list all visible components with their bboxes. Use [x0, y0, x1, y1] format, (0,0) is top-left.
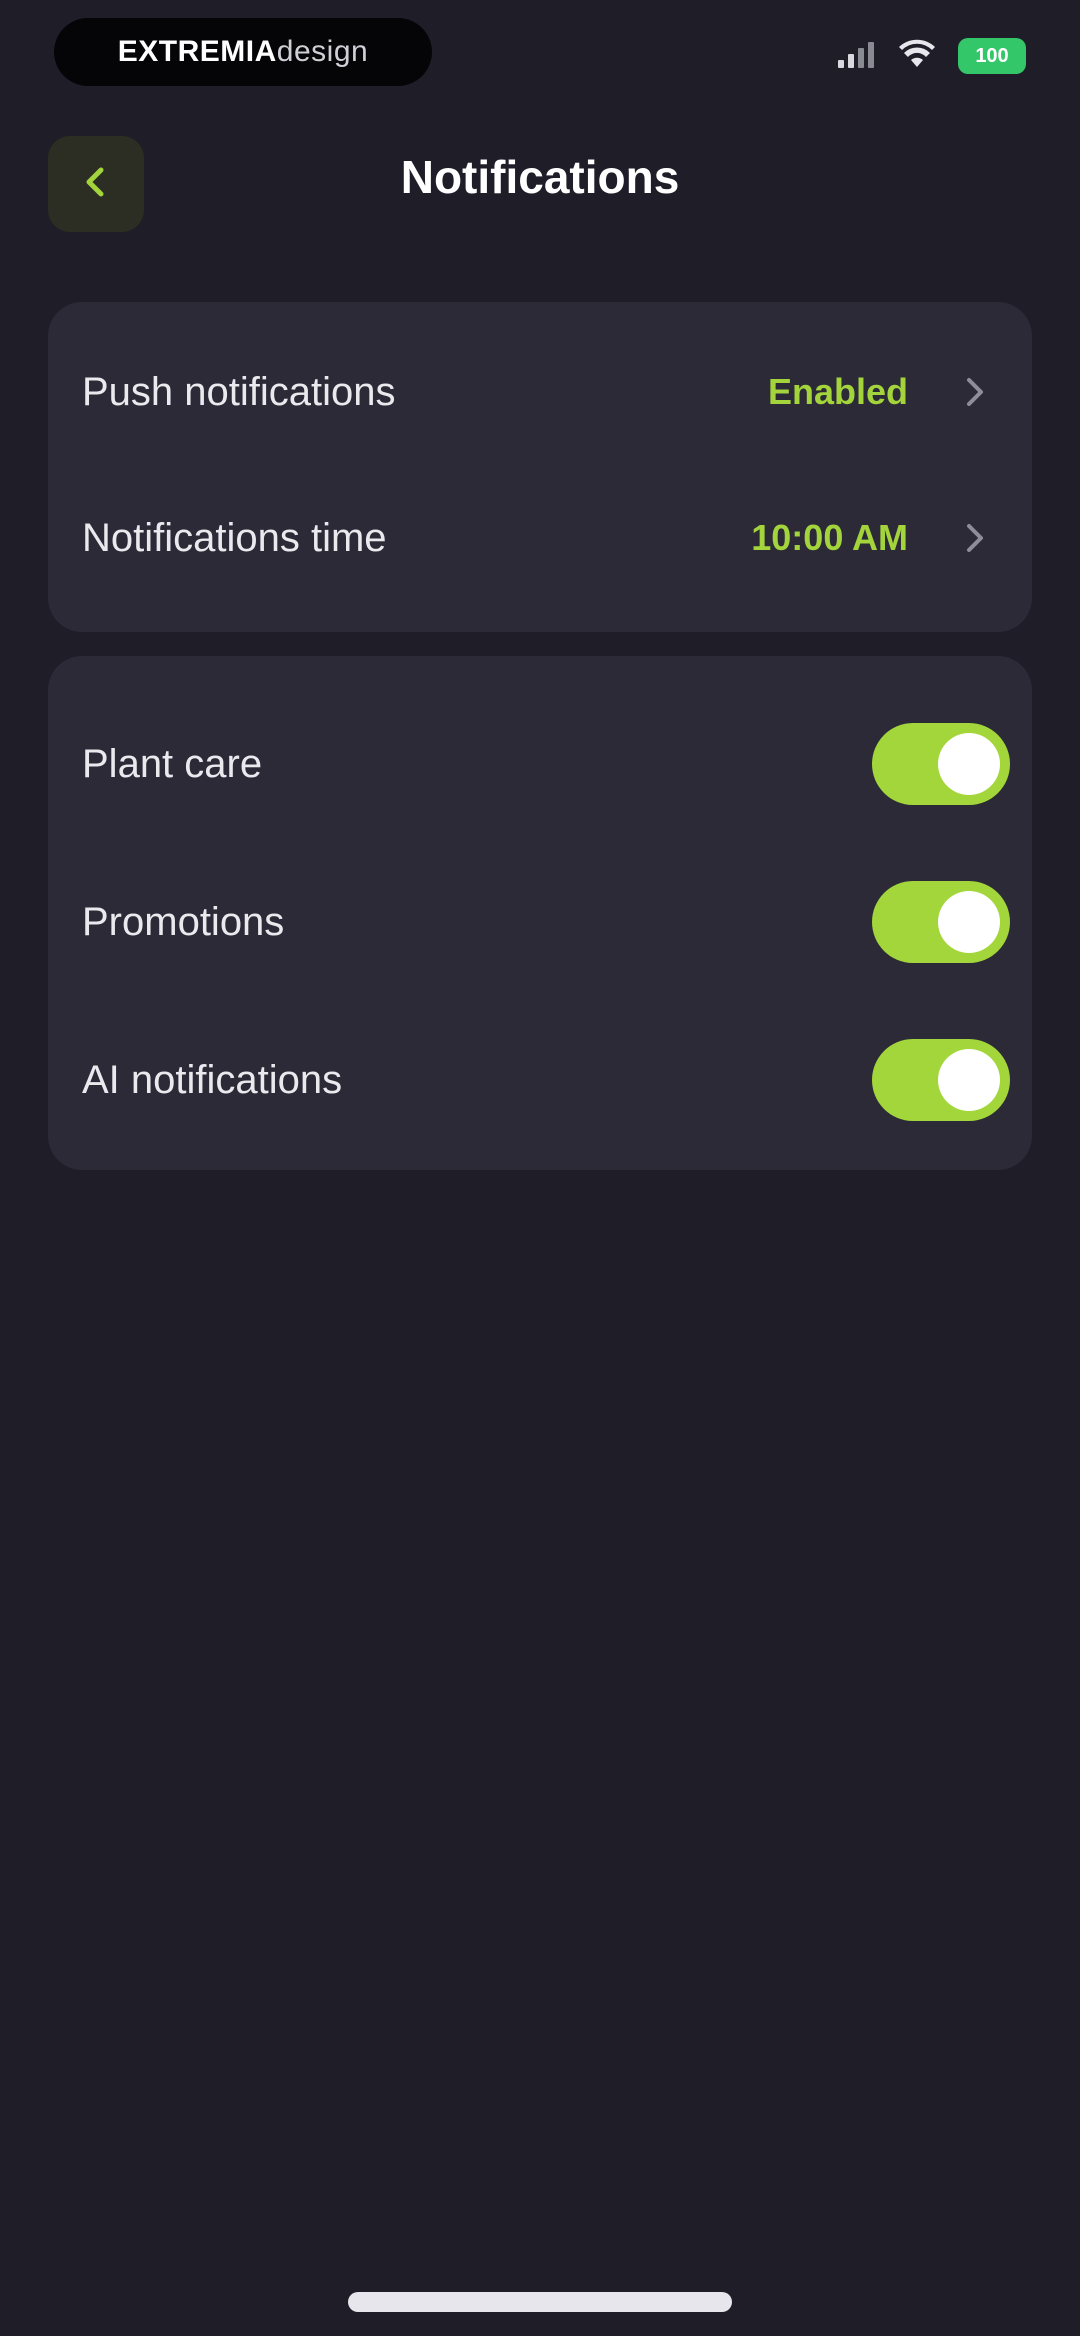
- push-notifications-status: Enabled: [767, 371, 908, 412]
- chevron-right-icon: [954, 372, 994, 412]
- row-label: Notifications time: [82, 515, 387, 560]
- plant-care-row: Plant care: [48, 694, 1032, 834]
- push-notifications-row[interactable]: Push notifications Enabled: [48, 322, 1032, 462]
- home-indicator[interactable]: [348, 2292, 732, 2312]
- toggle-knob: [938, 733, 1000, 795]
- promotions-row: Promotions: [48, 852, 1032, 992]
- battery-icon: 100: [958, 38, 1026, 74]
- brand-name-light: design: [276, 35, 369, 68]
- toggle-knob: [938, 1049, 1000, 1111]
- status-icons: 100: [836, 36, 1026, 76]
- row-label: AI notifications: [82, 1057, 343, 1102]
- notification-settings-card: Push notifications Enabled Notifications…: [48, 302, 1032, 632]
- notification-toggles-card: Plant care Promotions AI notifications: [48, 656, 1032, 1170]
- page-title: Notifications: [400, 151, 680, 203]
- plant-care-toggle[interactable]: [872, 723, 1010, 805]
- notifications-time-row[interactable]: Notifications time 10:00 AM: [48, 468, 1032, 608]
- status-bar: EXTREMIA design 100: [0, 0, 1080, 110]
- promotions-toggle[interactable]: [872, 881, 1010, 963]
- wifi-icon: [898, 39, 936, 74]
- row-label: Promotions: [82, 899, 285, 944]
- brand-name-bold: EXTREMIA: [117, 35, 277, 68]
- toggle-knob: [938, 891, 1000, 953]
- row-label: Plant care: [82, 741, 263, 786]
- row-label: Push notifications: [82, 369, 396, 414]
- brand-pill: EXTREMIA design: [54, 18, 432, 86]
- notifications-time-value: 10:00 AM: [751, 517, 908, 558]
- chevron-right-icon: [954, 518, 994, 558]
- ai-notifications-toggle[interactable]: [872, 1039, 1010, 1121]
- signal-icon: [836, 40, 876, 73]
- ai-notifications-row: AI notifications: [48, 1010, 1032, 1150]
